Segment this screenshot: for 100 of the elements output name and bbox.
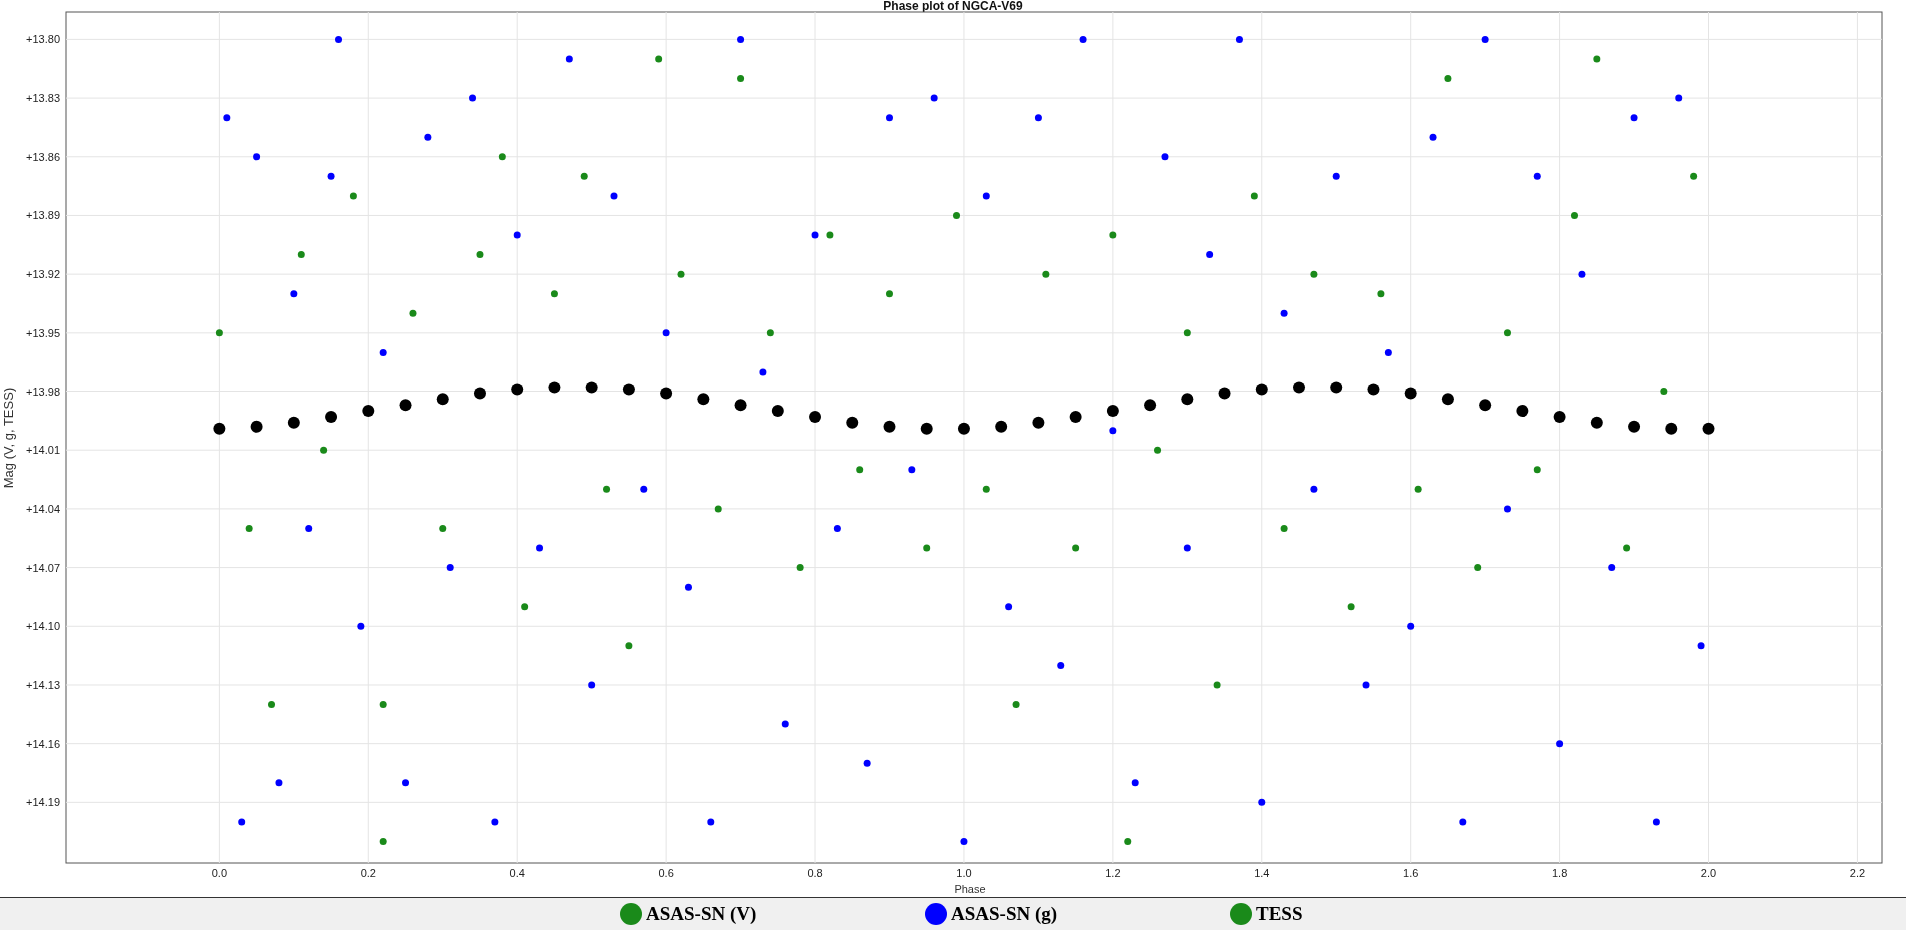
data-point xyxy=(883,420,896,433)
data-point xyxy=(826,231,834,239)
data-point xyxy=(513,231,521,239)
y-tick-label: +13.89 xyxy=(26,209,60,222)
x-tick-label: 0.0 xyxy=(211,867,228,879)
data-point xyxy=(960,838,968,845)
data-point xyxy=(771,405,784,418)
data-point xyxy=(297,251,305,259)
data-point xyxy=(1593,55,1601,63)
data-point xyxy=(1072,544,1080,552)
y-tick-label: +13.83 xyxy=(26,92,60,105)
data-point xyxy=(1235,35,1243,43)
data-point xyxy=(1280,524,1288,532)
data-point xyxy=(809,410,822,423)
data-point xyxy=(1332,172,1340,180)
data-point xyxy=(565,55,573,63)
data-point xyxy=(320,446,328,454)
x-tick-label: 2.2 xyxy=(1849,867,1866,879)
data-point xyxy=(550,290,558,298)
y-tick-label: +14.19 xyxy=(26,796,60,809)
data-point xyxy=(1414,485,1422,493)
data-point xyxy=(1032,416,1045,429)
x-axis-label: Phase xyxy=(954,883,986,895)
y-tick-label: +13.86 xyxy=(26,150,60,163)
data-point xyxy=(1330,381,1343,394)
data-point xyxy=(357,622,365,630)
data-point xyxy=(1553,410,1566,423)
data-point xyxy=(908,466,916,474)
data-point xyxy=(923,544,931,552)
data-point xyxy=(476,251,484,259)
data-point xyxy=(953,211,960,219)
data-point xyxy=(1183,329,1191,337)
data-point xyxy=(1377,290,1385,298)
data-point xyxy=(335,35,342,43)
data-point xyxy=(1213,681,1221,689)
data-point xyxy=(436,393,449,406)
data-point xyxy=(622,383,635,396)
data-point xyxy=(498,153,506,161)
data-point xyxy=(1310,270,1318,278)
data-point xyxy=(362,405,375,418)
data-point xyxy=(1218,387,1231,400)
y-tick-label: +14.13 xyxy=(26,678,60,691)
data-point xyxy=(1590,416,1603,429)
data-point xyxy=(253,153,261,161)
data-point xyxy=(238,818,246,826)
data-point xyxy=(982,192,990,200)
data-point xyxy=(1702,422,1715,435)
data-point xyxy=(1533,172,1541,180)
data-point xyxy=(349,192,357,200)
data-point xyxy=(1042,270,1050,278)
legend-label: TESS xyxy=(1256,903,1303,925)
y-tick-label: +13.95 xyxy=(26,326,60,339)
data-point xyxy=(1429,133,1437,141)
data-point xyxy=(1293,381,1305,394)
y-tick-label: +13.92 xyxy=(26,268,60,281)
data-point xyxy=(1144,399,1157,412)
data-point xyxy=(1660,388,1668,396)
data-point xyxy=(1578,270,1586,278)
data-point xyxy=(287,416,300,429)
data-point xyxy=(1258,798,1266,806)
data-point xyxy=(1012,701,1020,709)
data-point xyxy=(379,348,387,356)
data-point xyxy=(1608,564,1616,572)
data-point xyxy=(759,368,767,376)
data-point xyxy=(1005,603,1013,611)
x-tick-label: 1.2 xyxy=(1105,867,1121,879)
data-point xyxy=(1255,383,1268,396)
y-tick-label: +13.98 xyxy=(26,385,60,398)
data-point xyxy=(1181,393,1194,406)
data-point xyxy=(995,420,1008,433)
data-point xyxy=(662,329,670,337)
data-point xyxy=(1556,740,1564,748)
data-point xyxy=(660,387,673,400)
data-point xyxy=(982,485,990,493)
data-point xyxy=(1407,622,1415,630)
data-point xyxy=(268,701,275,709)
data-point xyxy=(1459,818,1467,826)
data-point xyxy=(1367,383,1380,396)
data-point xyxy=(1109,231,1117,239)
data-point xyxy=(1183,544,1191,552)
data-point xyxy=(548,381,561,394)
data-point xyxy=(1347,603,1355,611)
data-point xyxy=(625,642,633,650)
y-tick-label: +14.16 xyxy=(26,737,60,750)
data-point xyxy=(327,172,335,180)
data-point xyxy=(1280,309,1288,317)
data-point xyxy=(610,192,618,200)
y-tick-label: +14.01 xyxy=(26,444,60,457)
data-point xyxy=(886,290,893,298)
x-tick-label: 0.4 xyxy=(509,867,525,879)
data-point xyxy=(1571,211,1578,219)
legend-label: ASAS-SN (V) xyxy=(646,903,757,925)
data-point xyxy=(474,387,486,400)
data-point xyxy=(640,485,648,493)
data-point xyxy=(714,505,722,513)
data-point xyxy=(1250,192,1258,200)
data-point xyxy=(920,422,933,435)
data-point xyxy=(1109,427,1117,435)
data-point xyxy=(1131,779,1139,787)
data-point xyxy=(863,759,871,767)
